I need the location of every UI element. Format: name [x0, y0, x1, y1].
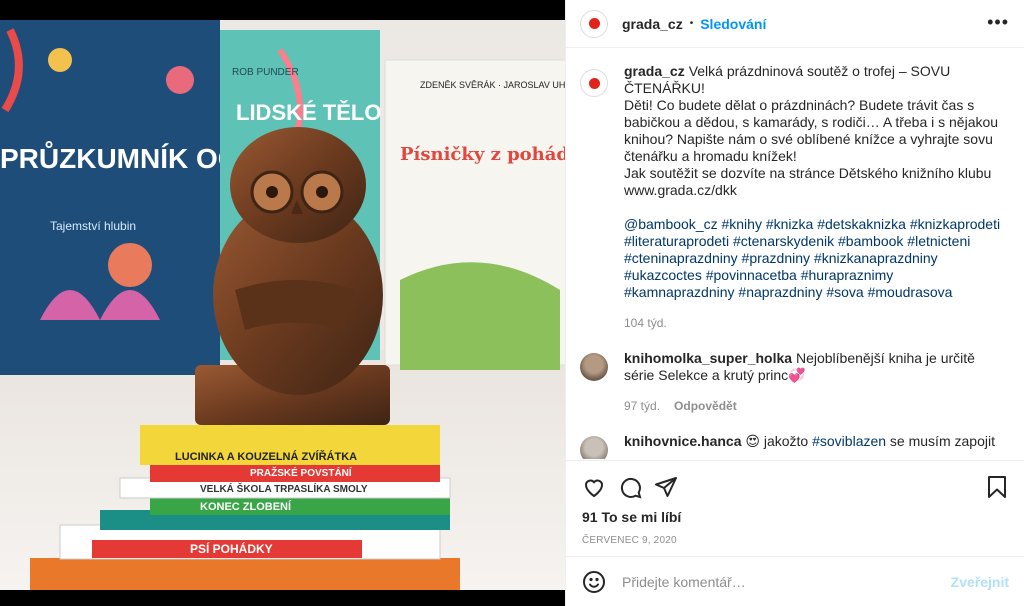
hashtag-link[interactable]: #ctenarskydenik — [733, 233, 834, 249]
post-header: grada_cz • Sledování ••• — [566, 0, 1024, 48]
hashtag-link[interactable]: #prazdniny — [742, 250, 811, 266]
caption-line-3: Jak soutěžit se dozvíte na stránce Dětsk… — [624, 165, 992, 198]
comment-time: 97 týd. — [624, 399, 661, 413]
book-title-songs: Písničky z pohádek a filmů — [400, 143, 565, 165]
stack-title-4: KONEC ZLOBENÍ — [200, 500, 292, 513]
comment-text-end: se musím zapojit — [886, 433, 995, 449]
comment-icon[interactable] — [618, 475, 642, 499]
caption-time: 104 týd. — [624, 316, 667, 330]
hashtag-link[interactable]: #knizka — [766, 216, 813, 232]
hashtag-link[interactable]: #hurapraznimy — [801, 267, 894, 283]
commenter-avatar[interactable] — [580, 436, 608, 459]
post-comment-button[interactable]: Zveřejnit — [951, 574, 1009, 590]
book-authors: ZDENĚK SVĚRÁK · JAROSLAV UHLÍŘ — [420, 80, 565, 90]
hashtag-link[interactable]: #naprazdniny — [738, 284, 822, 300]
instagram-post: PRŮZKUMNÍK OCEÁNU Tajemství hlubin ROB P… — [0, 0, 1024, 606]
add-comment-bar: Zveřejnit — [566, 556, 1024, 606]
photo-image: PRŮZKUMNÍK OCEÁNU Tajemství hlubin ROB P… — [0, 20, 565, 590]
reply-button[interactable]: Odpovědět — [674, 398, 737, 415]
author-avatar[interactable] — [580, 9, 608, 38]
commenter-username[interactable]: knihovnice.hanca — [624, 433, 741, 449]
stack-title-1: LUCINKA A KOUZELNÁ ZVÍŘÁTKA — [175, 450, 357, 463]
hashtag-link[interactable]: #bambook — [838, 233, 903, 249]
post-date[interactable]: ČERVENEC 9, 2020 — [582, 535, 1009, 546]
book-title-body: LIDSKÉ TĚLO — [236, 100, 381, 125]
hashtag-link[interactable]: #moudrasova — [868, 284, 953, 300]
commenter-avatar[interactable] — [580, 353, 608, 381]
hashtag-link[interactable]: #letnicteni — [907, 233, 970, 249]
comments-list[interactable]: grada_cz Velká prázdninová soutěž o trofe… — [566, 49, 1024, 459]
post-side-panel: grada_cz • Sledování ••• grada_cz Velká p… — [565, 0, 1024, 606]
emoji-icon[interactable] — [582, 570, 606, 594]
hashtag-link[interactable]: #povinnacetba — [706, 267, 797, 283]
hashtag-link[interactable]: #knihy — [721, 216, 761, 232]
brand-logo — [588, 77, 600, 89]
hashtag-link[interactable]: #literaturaprodeti — [624, 233, 729, 249]
bookmark-icon[interactable] — [985, 475, 1009, 499]
separator-dot: • — [689, 18, 694, 29]
comment-hashtag[interactable]: #soviblazen — [812, 433, 886, 449]
brand-logo — [588, 18, 600, 29]
photo-illustration: PRŮZKUMNÍK OCEÁNU Tajemství hlubin ROB P… — [0, 20, 565, 590]
stack-title-2: PRAŽSKÉ POVSTÁNÍ — [250, 466, 352, 479]
comment-text: 😍 jakožto — [745, 433, 813, 449]
book-top-small: ROB PUNDER — [232, 67, 299, 78]
post-actions: 91 To se mi líbí ČERVENEC 9, 2020 — [566, 460, 1024, 555]
hashtags: @bambook_cz #knihy #knizka #detskaknizka… — [624, 216, 1004, 301]
comment-input[interactable] — [622, 573, 951, 590]
hashtag-link[interactable]: @bambook_cz — [624, 216, 718, 232]
book-subtitle-ocean: Tajemství hlubin — [50, 219, 136, 233]
commenter-username[interactable]: knihomolka_super_holka — [624, 350, 792, 366]
share-icon[interactable] — [654, 475, 678, 499]
likes-count[interactable]: 91 To se mi líbí — [582, 509, 1009, 525]
post-photo[interactable]: PRŮZKUMNÍK OCEÁNU Tajemství hlubin ROB P… — [0, 0, 565, 606]
caption-username[interactable]: grada_cz — [624, 63, 685, 79]
caption-line-2: Děti! Co budete dělat o prázdninách? Bud… — [624, 97, 999, 164]
hashtag-link[interactable]: #knizkanaprazdniny — [814, 250, 938, 266]
hashtag-link[interactable]: #cteninaprazdniny — [624, 250, 738, 266]
comment-body: knihomolka_super_holka Nejoblíbenější kn… — [624, 350, 1004, 415]
following-button[interactable]: Sledování — [700, 16, 766, 32]
comment-meta: 97 týd. Odpovědět — [624, 398, 1004, 415]
heart-icon[interactable] — [582, 475, 606, 499]
hashtag-link[interactable]: #kamnaprazdniny — [624, 284, 735, 300]
caption-avatar[interactable] — [580, 69, 608, 97]
caption-body: grada_cz Velká prázdninová soutěž o trofe… — [624, 63, 1004, 332]
comment-body: knihovnice.hanca 😍 jakožto #soviblazen s… — [624, 433, 1004, 459]
comment-item: knihomolka_super_holka Nejoblíbenější kn… — [580, 350, 1009, 415]
stack-title-3: VELKÁ ŠKOLA TRPASLÍKA SMOLY — [200, 482, 368, 495]
hashtag-link[interactable]: #detskaknizka — [817, 216, 906, 232]
stack-title-5: PSÍ POHÁDKY — [190, 541, 273, 556]
more-options-icon[interactable]: ••• — [987, 13, 1009, 31]
hashtag-link[interactable]: #ukazcoctes — [624, 267, 702, 283]
post-caption: grada_cz Velká prázdninová soutěž o trofe… — [580, 63, 1009, 332]
author-username[interactable]: grada_cz — [622, 16, 683, 32]
action-icons — [582, 461, 1009, 513]
hashtag-link[interactable]: #knizkaprodeti — [910, 216, 1000, 232]
hashtag-link[interactable]: #sova — [826, 284, 863, 300]
comment-item: knihovnice.hanca 😍 jakožto #soviblazen s… — [580, 433, 1009, 459]
